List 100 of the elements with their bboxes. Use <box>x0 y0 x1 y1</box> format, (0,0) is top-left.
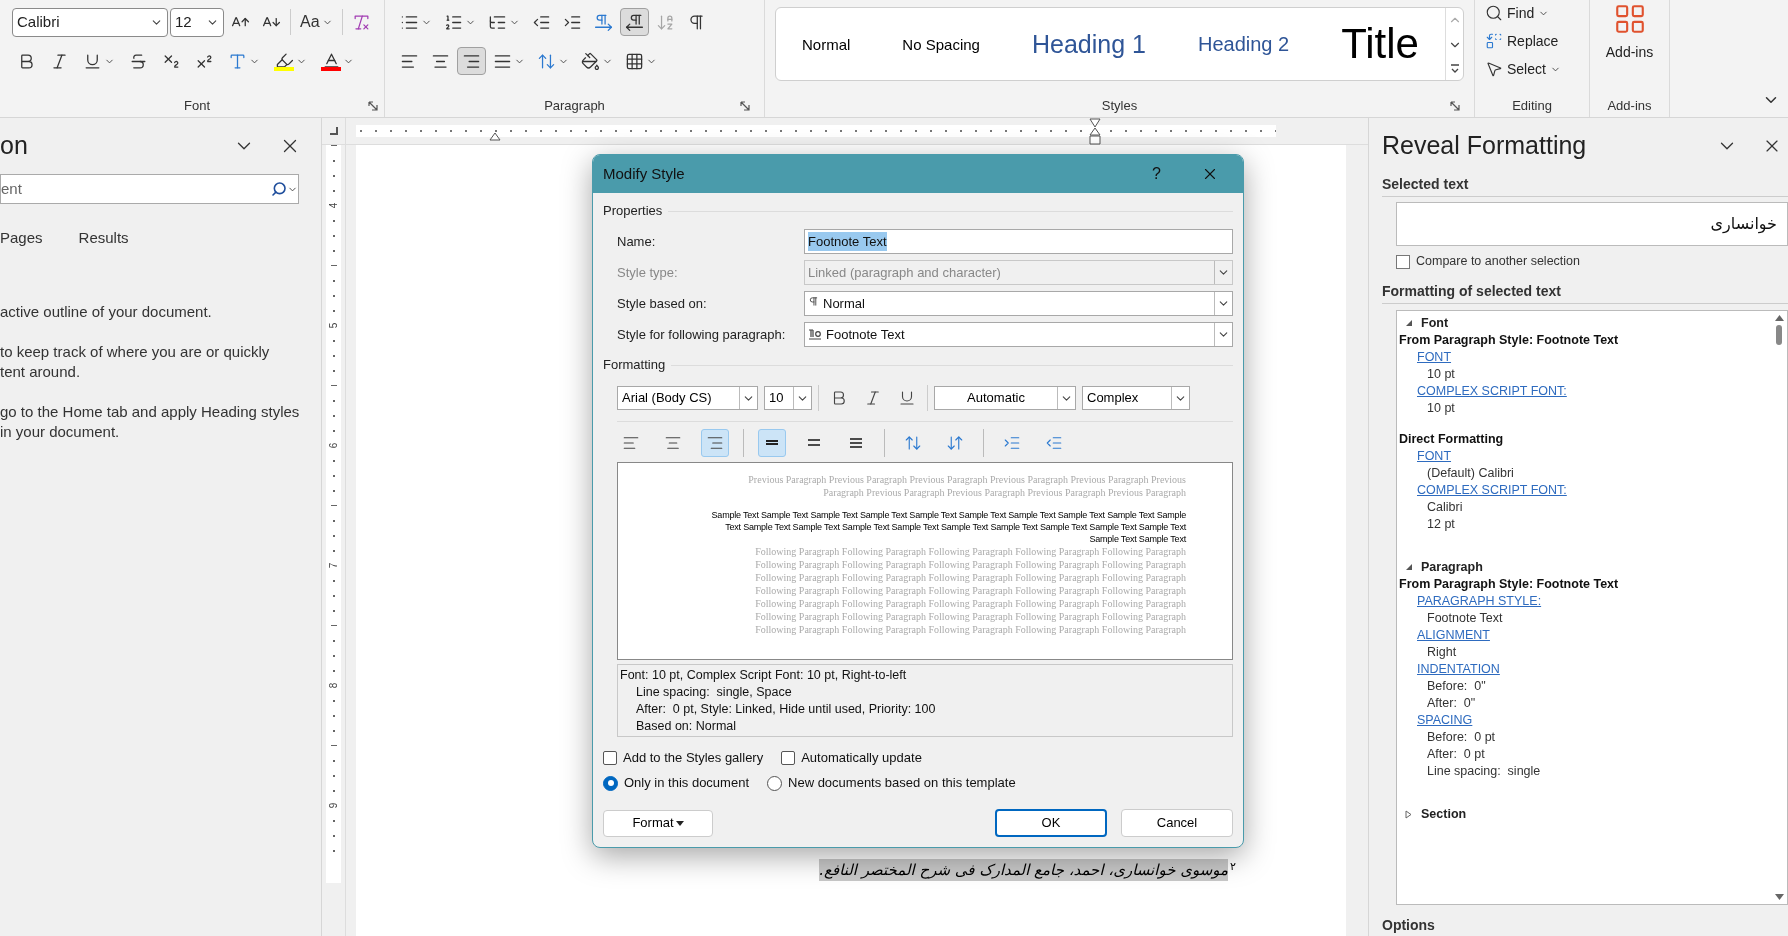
style-gallery-item[interactable]: Normal <box>794 36 859 52</box>
cancel-button[interactable]: Cancel <box>1121 809 1233 837</box>
dialog-title: Modify Style <box>603 163 686 184</box>
style-dropdown[interactable]: Footnote Text <box>804 322 1233 347</box>
property-link[interactable]: ALIGNMENT <box>1417 626 1490 644</box>
style-gallery-item[interactable]: No Spacing <box>894 36 988 52</box>
dialog-launcher-icon[interactable] <box>1450 101 1460 111</box>
property-value: (Default) Calibri <box>1426 464 1515 482</box>
select-button[interactable]: Select <box>1485 58 1579 80</box>
style-description: Font: 10 pt, Complex Script Font: 10 pt, Right-to-left Line spacing: single, Space After: 0 pt, Style: Linked, Hide until used, Priority: 100 Based on: Normal <box>617 664 1233 737</box>
name-field[interactable]: Footnote Text <box>804 229 1233 254</box>
preview-text: Paragraph Previous Paragraph Previous Paragraph Previous Paragraph Previous Paragraph <box>823 486 1186 499</box>
align-right-icon <box>706 434 724 452</box>
more-styles-icon[interactable] <box>1448 62 1461 75</box>
property-link[interactable]: FONT <box>1417 447 1452 465</box>
pane-tab[interactable]: Pages <box>0 226 43 250</box>
paint-bucket-icon <box>581 51 600 71</box>
property-value: Before: 0" <box>1426 677 1487 695</box>
checkbox[interactable]: Automatically update <box>781 748 922 768</box>
style-dropdown[interactable]: Normal <box>804 291 1233 316</box>
property-link[interactable]: COMPLEX SCRIPT FONT: <box>1417 382 1567 400</box>
ruler-number: 7 <box>327 562 340 569</box>
tree-section[interactable]: Font <box>1399 314 1771 332</box>
property-link[interactable]: SPACING <box>1417 711 1473 729</box>
align-right-button[interactable] <box>457 47 486 75</box>
help-text: go to the Home tab and apply Heading styles <box>0 402 301 422</box>
search-field[interactable]: ent <box>0 174 299 204</box>
help-text: tent around. <box>0 362 82 382</box>
ruler-number: 4 <box>327 202 340 209</box>
group-label: Add-ins <box>1607 97 1652 116</box>
rtl-button[interactable] <box>620 8 649 36</box>
property-link[interactable]: PARAGRAPH STYLE: <box>1417 592 1542 610</box>
property-value: Before: 0 pt <box>1426 728 1497 746</box>
search-input: ent <box>1 177 271 201</box>
preview-sample-text: Sample Text Sample Text <box>1089 533 1186 545</box>
indent-marker-icon[interactable] <box>489 132 501 141</box>
pointer-icon <box>1485 60 1503 78</box>
collapsed-icon[interactable] <box>1405 809 1413 819</box>
expanded-icon[interactable] <box>1405 563 1413 572</box>
style-gallery-item[interactable]: Heading 1 <box>1023 31 1154 57</box>
find-button[interactable]: Find <box>1485 2 1579 24</box>
font-color-dropdown[interactable]: Automatic <box>934 386 1076 410</box>
checkbox[interactable]: Add to the Styles gallery <box>603 748 764 768</box>
font-dropdown[interactable]: Arial (Body CS) <box>617 386 758 410</box>
preview-sample-text: Sample Text Sample Text Sample Text Sample Text Sample Text Sample Text Sample Text Sample Text Sample Text Sample <box>711 509 1186 521</box>
scroll-thumb[interactable] <box>1776 324 1782 345</box>
section-label: Properties <box>603 202 663 221</box>
indent-marker-icon[interactable] <box>1089 118 1101 145</box>
line-spacing-icon <box>848 435 864 451</box>
footnote-marker: ۲ <box>1230 858 1236 875</box>
linked-style-icon <box>808 329 822 340</box>
dialog-launcher-icon[interactable] <box>368 101 378 111</box>
property-link[interactable]: FONT <box>1417 348 1452 366</box>
font-size-dropdown[interactable]: 10 <box>764 386 812 410</box>
tree-section[interactable]: Section <box>1399 805 1771 823</box>
radio-button[interactable]: New documents based on this template <box>767 773 1016 793</box>
increase-indent-icon <box>1003 434 1021 452</box>
help-text: active outline of your document. <box>0 302 213 322</box>
tree-heading: From Paragraph Style: Footnote Text <box>1399 575 1620 593</box>
preview-text: Following Paragraph Following Paragraph Following Paragraph Following Paragraph Following Paragraph <box>755 558 1186 571</box>
help-button[interactable]: ? <box>1152 162 1161 186</box>
case-button[interactable]: Aa <box>295 8 338 36</box>
font-name-dropdown[interactable]: Calibri <box>12 7 168 37</box>
tab-selector-icon[interactable] <box>329 127 338 135</box>
ok-button[interactable]: OK <box>995 809 1107 837</box>
ruler-number: 9 <box>327 802 340 809</box>
format-button[interactable]: Format <box>603 809 713 837</box>
align-left-icon <box>622 434 640 452</box>
property-link[interactable]: INDENTATION <box>1417 660 1500 678</box>
pane-tab[interactable]: Results <box>78 226 129 250</box>
scroll-down-icon[interactable] <box>1774 894 1784 900</box>
property-value: After: 0 pt <box>1426 745 1486 763</box>
ruler-number: 8 <box>327 682 340 689</box>
group-label: Paragraph <box>544 97 605 116</box>
tree-section[interactable]: Paragraph <box>1399 558 1771 576</box>
spacing-decrease-icon <box>946 434 964 452</box>
style-gallery-item[interactable]: Heading 2 <box>1189 34 1298 54</box>
property-link[interactable]: COMPLEX SCRIPT FONT: <box>1417 481 1567 499</box>
style-gallery-item[interactable]: Title <box>1333 23 1427 65</box>
scroll-up-icon[interactable] <box>1774 314 1784 321</box>
caret-icon <box>675 820 684 826</box>
replace-button[interactable]: Replace <box>1485 30 1579 52</box>
property-value: After: 0" <box>1426 694 1477 712</box>
field-label: Style based on: <box>616 294 708 313</box>
radio-button[interactable]: Only in this document <box>603 773 749 793</box>
property-value: Calibri <box>1426 498 1464 516</box>
search-icon[interactable] <box>271 181 287 197</box>
script-dropdown[interactable]: Complex <box>1082 386 1190 410</box>
dialog-launcher-icon[interactable] <box>740 101 750 111</box>
expanded-icon[interactable] <box>1405 319 1413 328</box>
compare-checkbox[interactable]: Compare to another selection <box>1396 252 1788 271</box>
field-label: Style for following paragraph: <box>616 325 787 344</box>
preview-text: Following Paragraph Following Paragraph Following Paragraph Following Paragraph Following Paragraph <box>755 623 1186 636</box>
add-ins-button[interactable]: Add-ins <box>1596 0 1663 63</box>
font-size-dropdown[interactable]: 12 <box>170 7 224 37</box>
single-button[interactable] <box>758 429 786 457</box>
align-right-button[interactable] <box>701 429 729 457</box>
preview-text: Following Paragraph Following Paragraph Following Paragraph Following Paragraph Following Paragraph <box>755 584 1186 597</box>
preview-sample-text: Text Sample Text Sample Text Sample Text Sample Text Sample Text Sample Text Sample Text Sample Text Sample Text <box>725 521 1186 533</box>
preview-text: Previous Paragraph Previous Paragraph Previous Paragraph Previous Paragraph Previous Paragraph Previous <box>748 473 1186 486</box>
